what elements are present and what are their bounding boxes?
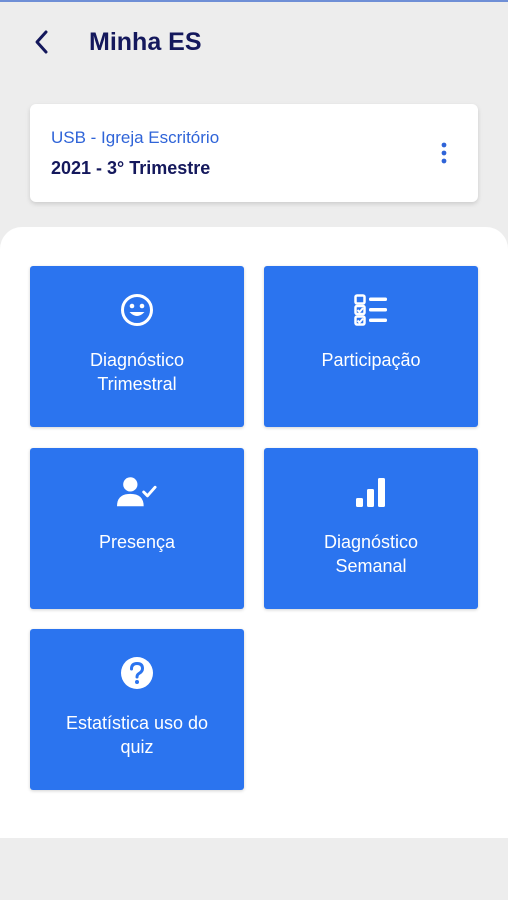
app-header: Minha ES xyxy=(0,0,508,86)
tile-label: Diagnóstico Semanal xyxy=(323,532,419,576)
smiley-icon xyxy=(117,292,157,328)
church-name: USB - Igreja Escritório xyxy=(51,128,220,147)
more-vertical-icon xyxy=(441,142,447,164)
checklist-icon xyxy=(351,292,391,328)
tile-diagnostico-semanal[interactable]: Diagnóstico Semanal xyxy=(264,448,478,609)
signal-bars-icon xyxy=(351,474,391,510)
tile-label: Estatística uso do quiz xyxy=(65,713,209,757)
period-label: 2021 - 3° Trimestre xyxy=(51,158,211,178)
tile-label: Diagnóstico Trimestral xyxy=(89,350,185,394)
page-title: Minha ES xyxy=(89,28,202,56)
more-options-button[interactable] xyxy=(432,138,456,168)
chevron-left-icon xyxy=(35,30,48,54)
tile-participacao[interactable]: Participação xyxy=(264,266,478,427)
context-card[interactable]: USB - Igreja Escritório 2021 - 3° Trimes… xyxy=(30,104,478,202)
tile-estatistica-quiz[interactable]: Estatística uso do quiz xyxy=(30,629,244,790)
tile-diagnostico-trimestral[interactable]: Diagnóstico Trimestral xyxy=(30,266,244,427)
tile-presenca[interactable]: Presença xyxy=(30,448,244,609)
back-button[interactable] xyxy=(26,28,58,56)
tile-label: Participação xyxy=(321,350,421,370)
tile-label: Presença xyxy=(98,532,176,552)
user-check-icon xyxy=(117,474,157,510)
question-circle-icon xyxy=(117,655,157,691)
